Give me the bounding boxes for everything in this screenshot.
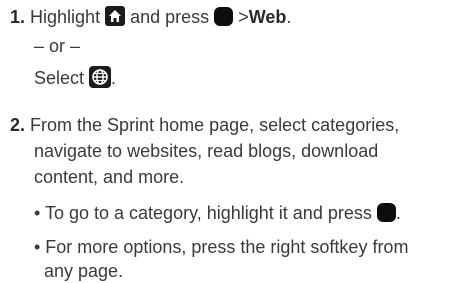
step-number: 1. [10,7,26,27]
step-2-line-2: navigate to websites, read blogs, downlo… [34,141,379,161]
period: . [286,7,292,27]
home-icon [105,6,126,26]
globe-icon [89,66,112,88]
instruction-page: 1. Highlight and press >Web. – or – Sele… [0,0,464,281]
web-label: Web [248,7,287,27]
bullet-2-line-2: any page. [44,261,124,281]
bullet-2-line-1: • For more options, press the right soft… [34,237,409,257]
bullet-text: • To go to a category, highlight it and … [34,203,372,223]
or-separator: – or – [34,36,81,56]
step-text: Highlight [30,7,101,27]
step-text: From the Sprint home page, select catego… [30,115,400,135]
bullet-1: • To go to a category, highlight it and … [34,201,401,225]
menu-key-icon [214,7,234,26]
period: . [111,68,117,88]
period: . [395,203,401,223]
step-2-line-1: 2. From the Sprint home page, select cat… [10,113,399,137]
step-2-line-3: content, and more. [34,167,185,187]
select-text: Select [34,68,85,88]
step-1-line-1: 1. Highlight and press >Web. [10,5,291,29]
menu-key-icon [376,203,396,222]
step-1: 1. Highlight and press >Web. [10,5,291,29]
gt-symbol: > [238,7,249,27]
step-number: 2. [10,115,26,135]
step-text: and press [130,7,210,27]
select-line: Select . [34,66,116,90]
